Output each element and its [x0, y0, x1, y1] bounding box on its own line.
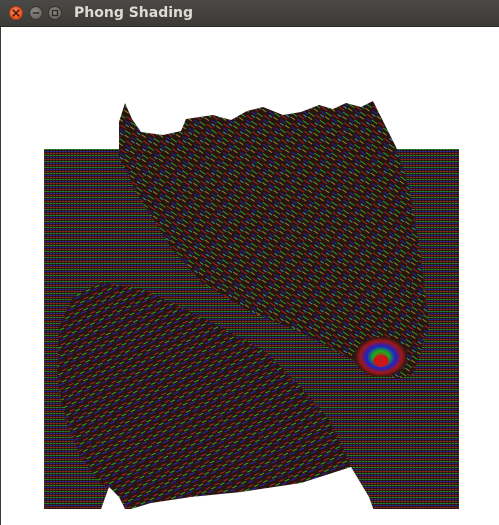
close-button[interactable]: [9, 6, 23, 20]
bottom-right-plane: [379, 485, 459, 509]
bottom-left-plane: [44, 485, 100, 509]
gl-viewport[interactable]: [0, 27, 499, 525]
phong-shaded-surface: [44, 101, 459, 525]
minimize-button[interactable]: [29, 6, 43, 20]
specular-highlight: [373, 355, 389, 367]
maximize-button[interactable]: [48, 6, 62, 20]
window-title: Phong Shading: [74, 5, 194, 21]
maximize-icon: [51, 9, 59, 17]
title-bar[interactable]: Phong Shading: [0, 0, 499, 27]
close-icon: [12, 9, 20, 17]
app-window: Phong Shading: [0, 0, 499, 525]
minimize-icon: [32, 12, 40, 14]
